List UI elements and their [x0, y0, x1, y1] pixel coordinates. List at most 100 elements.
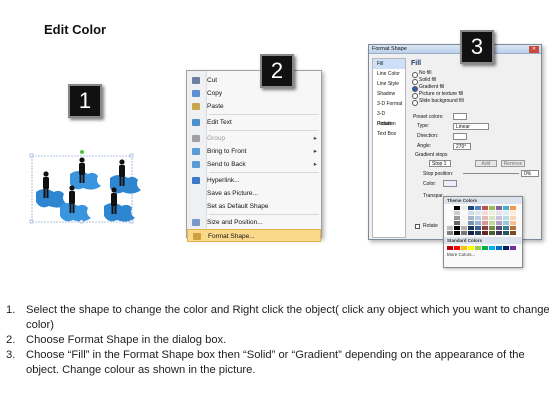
color-swatch[interactable] — [454, 211, 460, 215]
color-swatch[interactable] — [447, 216, 453, 220]
color-swatch[interactable] — [503, 246, 509, 250]
color-swatch[interactable] — [468, 226, 474, 230]
color-swatch[interactable] — [454, 206, 460, 210]
color-swatch[interactable] — [447, 211, 453, 215]
color-swatch[interactable] — [475, 221, 481, 225]
color-swatch[interactable] — [496, 221, 502, 225]
color-swatch[interactable] — [475, 216, 481, 220]
color-swatch[interactable] — [503, 206, 509, 210]
color-swatch[interactable] — [496, 206, 502, 210]
color-swatch[interactable] — [468, 231, 474, 235]
color-picker-button[interactable] — [443, 180, 457, 187]
color-swatch[interactable] — [447, 221, 453, 225]
color-swatch[interactable] — [482, 211, 488, 215]
color-swatch[interactable] — [454, 226, 460, 230]
color-swatch[interactable] — [510, 231, 516, 235]
menu-item-send-to-back[interactable]: Send to Back ▸ — [187, 158, 321, 171]
color-swatch[interactable] — [510, 206, 516, 210]
color-swatch[interactable] — [475, 246, 481, 250]
color-swatch[interactable] — [496, 231, 502, 235]
fill-option-no-fill[interactable]: No fill — [409, 70, 538, 78]
menu-item-bring-to-front[interactable]: Bring to Front ▸ — [187, 145, 321, 158]
type-dropdown[interactable]: Linear — [453, 123, 489, 130]
color-swatch[interactable] — [475, 211, 481, 215]
color-swatch[interactable] — [468, 211, 474, 215]
color-swatch[interactable] — [475, 226, 481, 230]
angle-input[interactable]: 270° — [453, 143, 471, 150]
menu-item-hyperlink[interactable]: Hyperlink... — [187, 174, 321, 187]
color-swatch[interactable] — [461, 221, 467, 225]
color-swatch[interactable] — [482, 221, 488, 225]
menu-item-paste[interactable]: Paste — [187, 100, 321, 113]
color-swatch[interactable] — [503, 231, 509, 235]
menu-item-edit-text[interactable]: Edit Text — [187, 116, 321, 129]
direction-dropdown[interactable] — [453, 133, 467, 140]
color-swatch[interactable] — [475, 206, 481, 210]
preset-colors-dropdown[interactable] — [453, 113, 467, 120]
nav-item-line-style[interactable]: Line Style — [373, 79, 405, 89]
nav-item-3-d-format[interactable]: 3-D Format — [373, 99, 405, 109]
color-swatch[interactable] — [510, 246, 516, 250]
color-swatch[interactable] — [461, 206, 467, 210]
fill-option-slide-background-fill[interactable]: Slide background fill — [409, 98, 538, 106]
color-swatch[interactable] — [489, 226, 495, 230]
color-swatch[interactable] — [468, 216, 474, 220]
color-swatch[interactable] — [496, 211, 502, 215]
color-swatch[interactable] — [489, 221, 495, 225]
color-swatch[interactable] — [510, 226, 516, 230]
color-swatch[interactable] — [496, 216, 502, 220]
color-swatch[interactable] — [503, 211, 509, 215]
fill-option-solid-fill[interactable]: Solid fill — [409, 77, 538, 85]
color-swatch[interactable] — [482, 246, 488, 250]
color-swatch[interactable] — [489, 246, 495, 250]
color-swatch[interactable] — [461, 226, 467, 230]
color-swatch[interactable] — [454, 221, 460, 225]
menu-item-cut[interactable]: Cut — [187, 74, 321, 87]
color-swatch[interactable] — [503, 221, 509, 225]
color-swatch[interactable] — [503, 226, 509, 230]
color-swatch[interactable] — [510, 216, 516, 220]
menu-item-set-as-default-shape[interactable]: Set as Default Shape — [187, 200, 321, 213]
color-swatch[interactable] — [510, 221, 516, 225]
color-swatch[interactable] — [454, 246, 460, 250]
remove-stop-button[interactable]: Remove — [501, 160, 525, 167]
menu-item-copy[interactable]: Copy — [187, 87, 321, 100]
color-swatch[interactable] — [468, 206, 474, 210]
fill-option-gradient-fill[interactable]: Gradient fill — [409, 84, 538, 92]
nav-item-line-color[interactable]: Line Color — [373, 69, 405, 79]
color-swatch[interactable] — [489, 206, 495, 210]
color-swatch[interactable] — [489, 216, 495, 220]
puzzle-people-scene[interactable] — [26, 148, 166, 238]
stop-position-input[interactable]: 0% — [521, 170, 539, 177]
color-swatch[interactable] — [496, 246, 502, 250]
color-swatch[interactable] — [447, 226, 453, 230]
fill-option-picture-or-texture-fill[interactable]: Picture or texture fill — [409, 91, 538, 99]
color-swatch[interactable] — [447, 231, 453, 235]
color-swatch[interactable] — [489, 231, 495, 235]
color-swatch[interactable] — [482, 226, 488, 230]
color-swatch[interactable] — [468, 221, 474, 225]
rotate-checkbox[interactable]: Rotate — [415, 222, 438, 230]
menu-item-format-shape[interactable]: Format Shape... — [187, 229, 321, 242]
color-swatch[interactable] — [461, 231, 467, 235]
menu-item-group[interactable]: Group ▸ — [187, 132, 321, 145]
stop-dropdown[interactable]: Stop 1 — [429, 160, 451, 167]
stop-position-slider[interactable] — [463, 173, 519, 174]
color-swatch[interactable] — [461, 216, 467, 220]
color-swatch[interactable] — [454, 231, 460, 235]
nav-item-picture[interactable]: Picture — [373, 119, 405, 129]
color-swatch[interactable] — [482, 216, 488, 220]
add-stop-button[interactable]: Add — [475, 160, 497, 167]
color-swatch[interactable] — [489, 211, 495, 215]
color-swatch[interactable] — [482, 231, 488, 235]
color-swatch[interactable] — [482, 206, 488, 210]
color-swatch[interactable] — [454, 216, 460, 220]
color-swatch[interactable] — [475, 231, 481, 235]
nav-item-text-box[interactable]: Text Box — [373, 129, 405, 139]
more-colors-link[interactable]: More Colors... — [444, 252, 522, 257]
menu-item-size-and-position[interactable]: Size and Position... — [187, 216, 321, 229]
menu-item-save-as-picture[interactable]: Save as Picture... — [187, 187, 321, 200]
nav-item-3-d-rotation[interactable]: 3-D Rotation — [373, 109, 405, 127]
color-swatch[interactable] — [447, 246, 453, 250]
color-swatch[interactable] — [510, 211, 516, 215]
